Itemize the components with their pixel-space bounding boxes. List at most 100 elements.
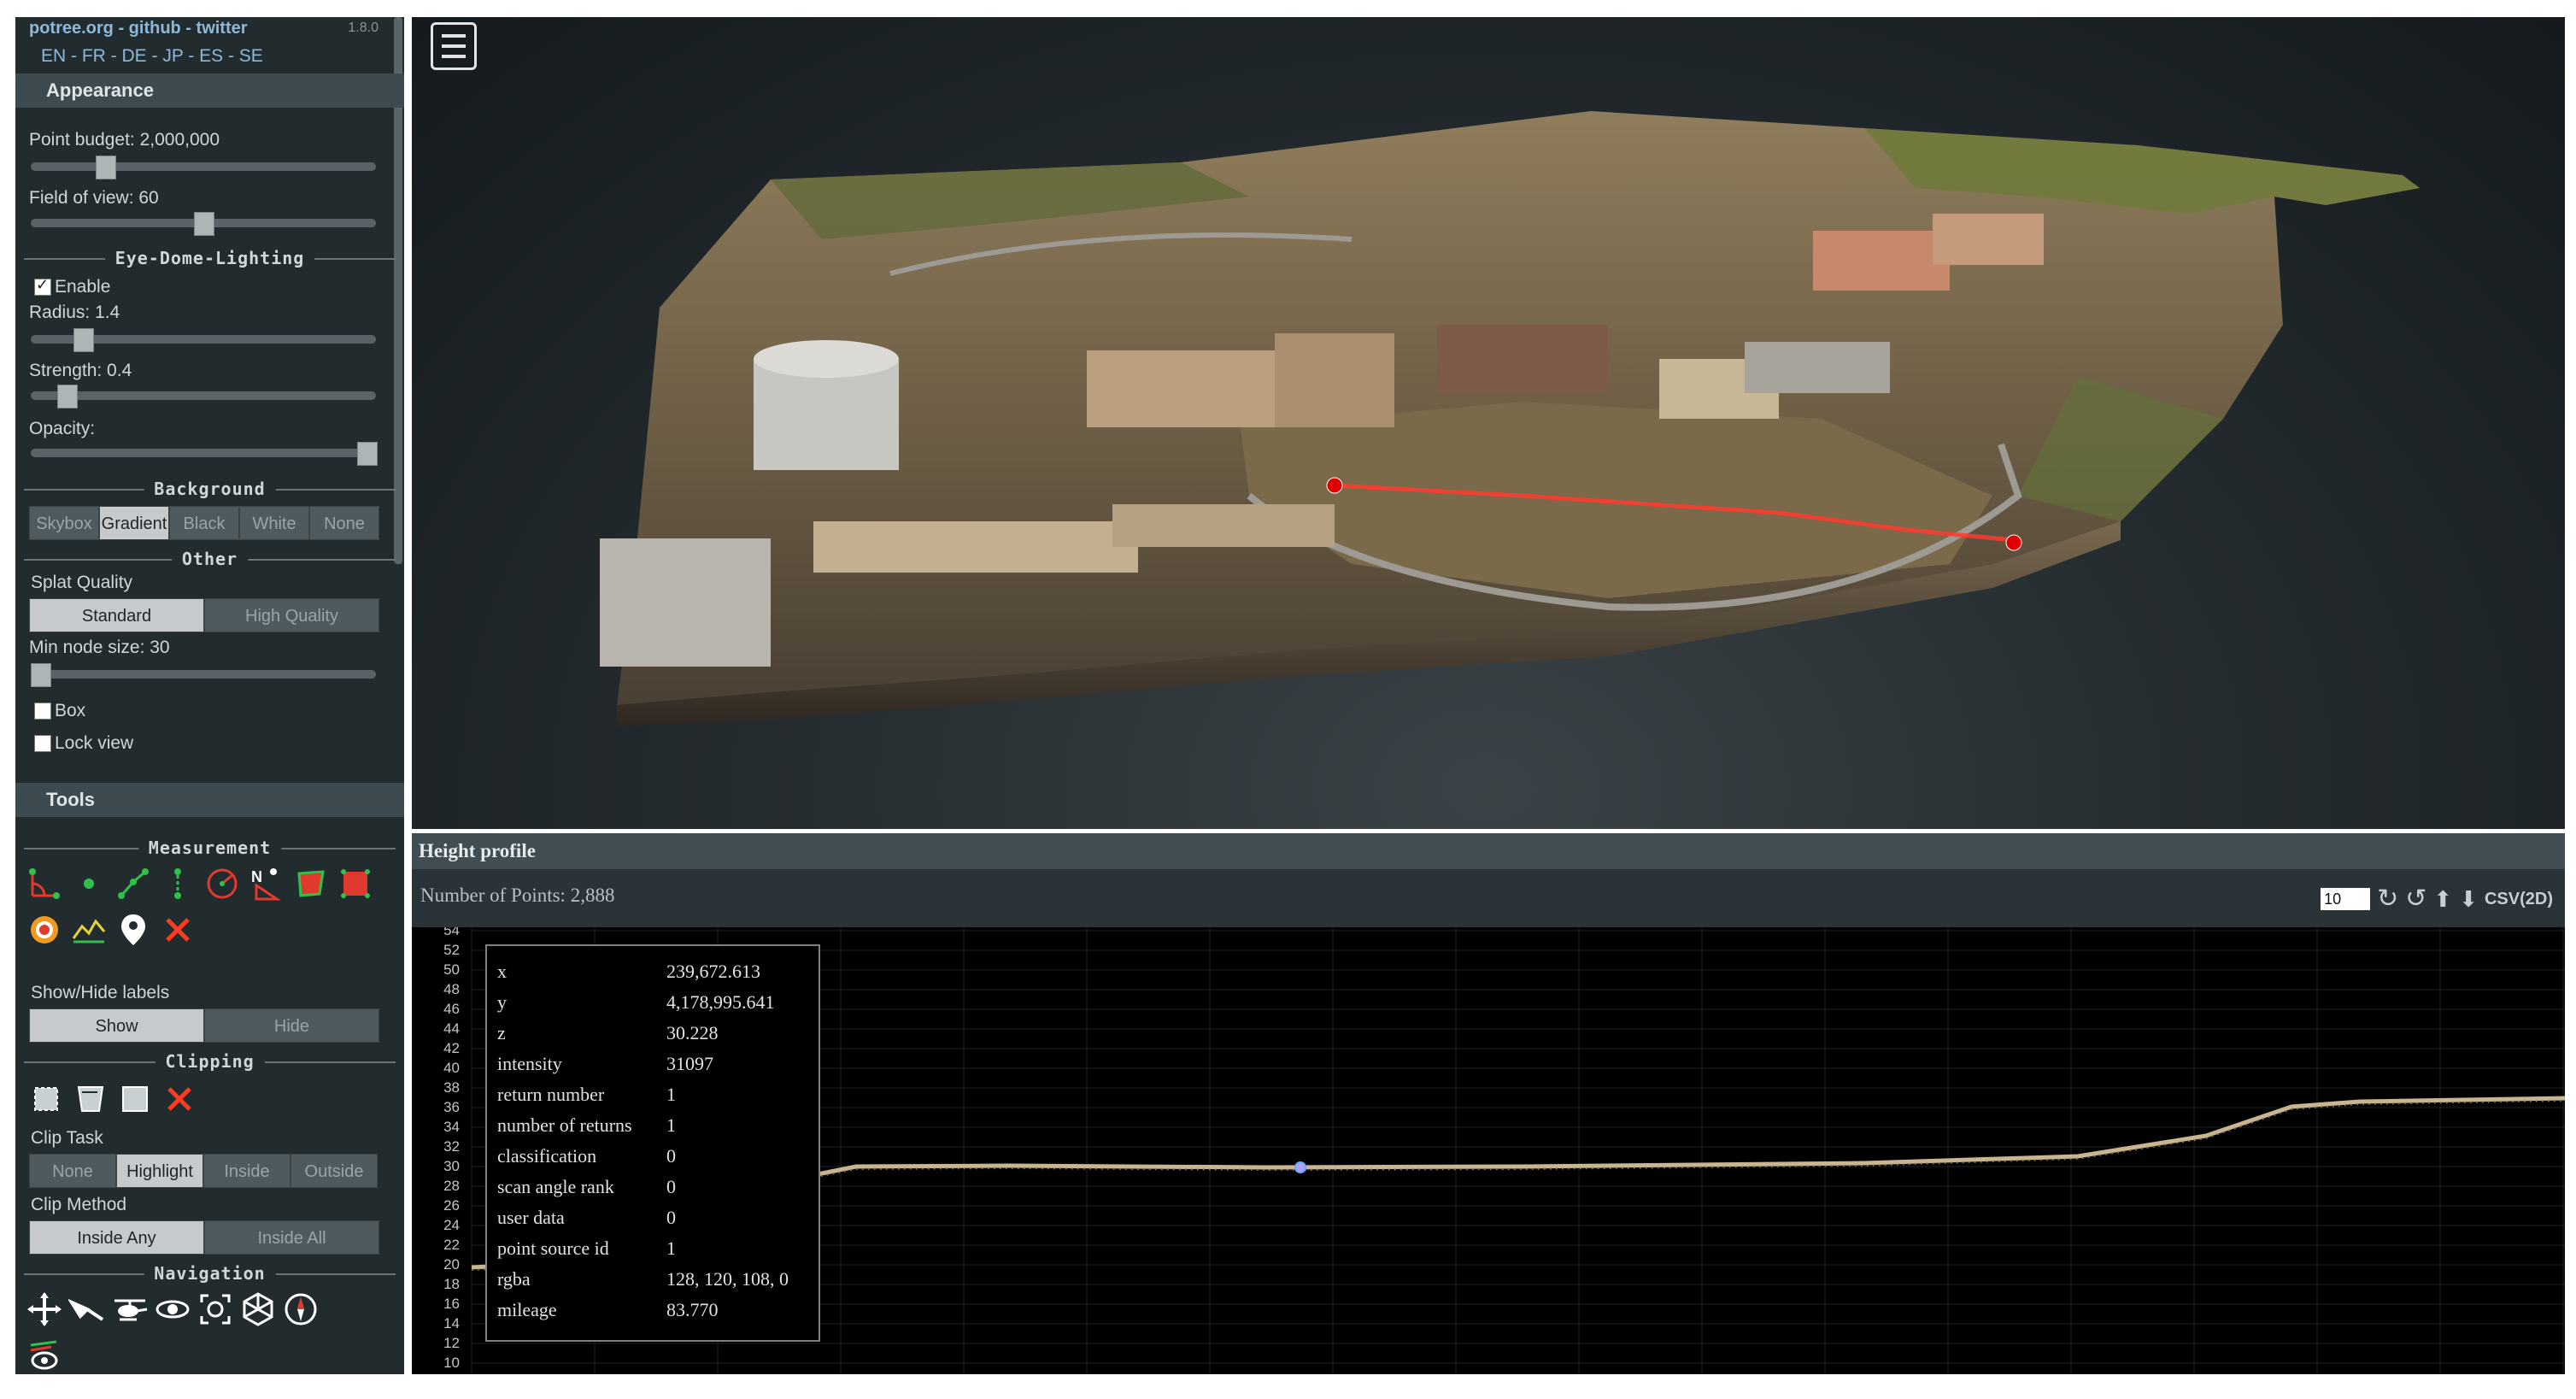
compass-icon[interactable]: [282, 1290, 320, 1328]
labels-show-button[interactable]: Show: [29, 1008, 204, 1043]
remove-clip-icon[interactable]: [161, 1080, 198, 1118]
slider-handle[interactable]: [73, 328, 94, 352]
header-links[interactable]: potree.org - github - twitter: [29, 19, 248, 38]
strength-slider[interactable]: [31, 385, 376, 409]
lock-view-checkbox[interactable]: [34, 735, 51, 752]
volume-icon[interactable]: [337, 865, 374, 902]
csv-export-button[interactable]: CSV(2D): [2485, 890, 2553, 909]
annotation-icon[interactable]: [114, 911, 152, 949]
svg-text:N: N: [251, 868, 262, 885]
point-budget-label: Point budget: 2,000,000: [29, 130, 220, 150]
clip-screen-box-icon[interactable]: [116, 1080, 154, 1118]
distance-icon[interactable]: [114, 865, 152, 902]
rotate-ccw-icon[interactable]: ↺: [2405, 886, 2426, 912]
clip-method-inside-any-button[interactable]: Inside Any: [29, 1220, 204, 1255]
measurement-title: Measurement: [138, 838, 282, 858]
point-info-key: mileage: [497, 1299, 557, 1320]
point-budget-slider[interactable]: [31, 156, 376, 179]
point-info-row: intensity 31097: [497, 1049, 789, 1079]
cube-view-icon[interactable]: [239, 1290, 277, 1328]
point-info-row: mileage 83.770: [497, 1295, 789, 1326]
slider-handle[interactable]: [96, 156, 116, 179]
clip-task-none-button[interactable]: None: [29, 1154, 116, 1188]
remove-measurements-icon[interactable]: [159, 911, 197, 949]
background-white-button[interactable]: White: [239, 506, 309, 540]
area-icon[interactable]: [292, 865, 330, 902]
edl-title: Eye-Dome-Lighting: [104, 248, 315, 268]
edl-divider: Eye-Dome-Lighting: [24, 248, 396, 270]
camera-animation-icon[interactable]: [26, 1337, 63, 1374]
splat-high-quality-button[interactable]: High Quality: [204, 598, 379, 632]
box-checkbox[interactable]: [34, 702, 51, 720]
fov-slider[interactable]: [31, 212, 376, 236]
angle-icon[interactable]: [26, 865, 63, 902]
industrial-building: [1437, 325, 1608, 393]
point-icon[interactable]: [70, 865, 108, 902]
edl-enable-checkbox[interactable]: [34, 276, 51, 296]
clip-method-inside-all-button[interactable]: Inside All: [204, 1220, 379, 1255]
measurement-divider: Measurement: [24, 838, 396, 860]
point-info-key: rgba: [497, 1268, 531, 1290]
point-cloud-scene: [600, 111, 2420, 726]
clip-task-inside-button[interactable]: Inside: [203, 1154, 290, 1188]
navigation-tools-row2: [26, 1337, 63, 1374]
ruined-building: [1275, 333, 1394, 427]
height-profile-icon[interactable]: [70, 911, 108, 949]
min-node-slider[interactable]: [31, 663, 376, 687]
rotate-cw-icon[interactable]: ↻: [2377, 886, 2398, 912]
point-cloud-viewport[interactable]: [412, 17, 2565, 829]
points-count-value: 2,888: [570, 885, 615, 906]
clip-task-label: Clip Task: [31, 1128, 103, 1148]
language-links[interactable]: EN - FR - DE - JP - ES - SE: [41, 46, 263, 67]
height-profile-toolbar: Number of Points: 2,888 ↻ ↺ ⬆ ⬇ CSV(2D): [412, 869, 2565, 927]
point-info-panel: x 239,672.613 y 4,178,995.641 z 30.228 intensi…: [485, 944, 820, 1342]
opacity-slider[interactable]: [31, 442, 378, 466]
fly-controls-icon[interactable]: [68, 1290, 106, 1328]
background-none-button[interactable]: None: [309, 506, 379, 540]
splat-standard-button[interactable]: Standard: [29, 598, 204, 632]
ruined-building: [1087, 350, 1275, 427]
background-skybox-button[interactable]: Skybox: [29, 506, 99, 540]
clip-task-highlight-button[interactable]: Highlight: [116, 1154, 203, 1188]
azimuth-icon[interactable]: N: [248, 865, 285, 902]
point-info-value: 128, 120, 108, 0: [666, 1268, 789, 1290]
background-gradient-button[interactable]: Gradient: [99, 506, 169, 540]
orbit-controls-icon[interactable]: [154, 1290, 191, 1328]
height-profile-title: Height profile: [412, 833, 2565, 869]
point-info-value: 31097: [666, 1053, 713, 1074]
slider-handle[interactable]: [57, 385, 78, 409]
point-info-value: 1: [666, 1237, 676, 1259]
helicopter-controls-icon[interactable]: [111, 1290, 149, 1328]
move-up-icon[interactable]: ⬆: [2433, 886, 2452, 912]
clip-volume-icon[interactable]: [27, 1080, 65, 1118]
earth-controls-icon[interactable]: [26, 1290, 63, 1328]
sidebar: potree.org - github - twitter 1.8.0 EN -…: [15, 17, 404, 1374]
point-info-key: return number: [497, 1084, 605, 1105]
point-info-key: point source id: [497, 1237, 609, 1259]
show-hide-options: Show Hide: [29, 1008, 379, 1043]
point-info-row: rgba 128, 120, 108, 0: [497, 1264, 789, 1295]
height-profile-plot[interactable]: 54 52 50 48 46 44 42 40 38 36 34 32 30 28 26 24 22 20 18 16…: [412, 927, 2565, 1374]
clip-polygon-icon[interactable]: [72, 1080, 109, 1118]
point-info-key: user data: [497, 1207, 565, 1228]
circle-icon[interactable]: [203, 865, 241, 902]
clip-task-options: None Highlight Inside Outside: [29, 1154, 378, 1188]
slider-handle[interactable]: [194, 212, 214, 236]
slider-handle[interactable]: [31, 663, 51, 687]
clip-task-outside-button[interactable]: Outside: [290, 1154, 378, 1188]
background-black-button[interactable]: Black: [169, 506, 239, 540]
height-icon[interactable]: [159, 865, 197, 902]
profile-width-input[interactable]: [2321, 888, 2371, 910]
point-info-value: 0: [666, 1176, 676, 1197]
download-icon[interactable]: ⬇: [2459, 886, 2478, 912]
point-info-row: point source id 1: [497, 1233, 789, 1264]
sphere-volume-icon[interactable]: [26, 911, 63, 949]
appearance-header[interactable]: Appearance: [15, 73, 404, 108]
tools-header[interactable]: Tools: [15, 783, 404, 817]
point-info-row: classification 0: [497, 1141, 789, 1172]
point-info-key: intensity: [497, 1053, 562, 1074]
focus-icon[interactable]: [197, 1290, 234, 1328]
radius-slider[interactable]: [31, 328, 376, 352]
slider-handle[interactable]: [357, 442, 378, 466]
labels-hide-button[interactable]: Hide: [204, 1008, 379, 1043]
